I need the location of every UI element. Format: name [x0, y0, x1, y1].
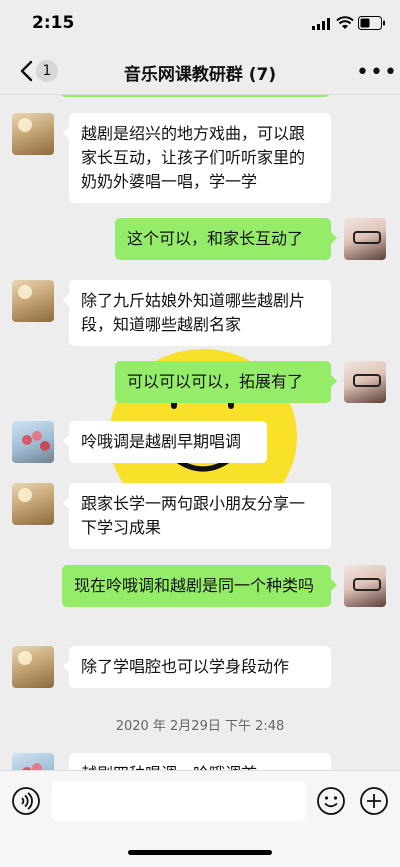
avatar-self[interactable] [344, 361, 386, 403]
previous-message-bubble [60, 95, 330, 97]
avatar[interactable] [12, 113, 54, 155]
message-bubble[interactable]: 越剧是绍兴的地方戏曲，可以跟家长互动，让孩子们听听家里的奶奶外婆唱一唱，学一学 [63, 113, 331, 203]
message-list[interactable]: 越剧是绍兴的地方戏曲，可以跟家长互动，让孩子们听听家里的奶奶外婆唱一唱，学一学 … [0, 95, 400, 770]
emoji-icon[interactable] [316, 786, 346, 816]
message-bubble[interactable]: 除了学唱腔也可以学身段动作 [63, 646, 331, 688]
cellular-signal-icon [312, 18, 330, 30]
message-bubble[interactable]: 跟家长学一两句跟小朋友分享一下学习成果 [63, 483, 331, 549]
message-input[interactable] [52, 781, 306, 821]
chat-title: 音乐网课教研群 (7) [123, 65, 277, 85]
message-bubble[interactable]: 可以可以可以，拓展有了 [115, 361, 337, 403]
message-bubble[interactable]: 越剧四种唱调，呤哦调首... [69, 753, 331, 770]
status-bar: 2:15 [0, 0, 400, 48]
avatar-self[interactable] [344, 218, 386, 260]
chat-header: 1 音乐网课教研群 (7) ••• [0, 48, 400, 95]
home-indicator [128, 850, 272, 855]
avatar[interactable] [12, 646, 54, 688]
message-bubble[interactable]: 呤哦调是越剧早期唱调 [63, 421, 267, 463]
avatar[interactable] [12, 280, 54, 322]
message-bubble[interactable]: 现在呤哦调和越剧是同一个种类吗 [62, 565, 337, 607]
message-bubble[interactable]: 这个可以，和家长互动了 [115, 218, 337, 260]
avatar[interactable] [12, 421, 54, 463]
voice-input-icon[interactable] [11, 786, 41, 816]
add-attachment-icon[interactable] [359, 786, 389, 816]
avatar[interactable] [12, 753, 54, 770]
status-time: 2:15 [32, 13, 75, 33]
battery-icon [358, 16, 385, 30]
message-bubble[interactable]: 除了九斤姑娘外知道哪些越剧片段，知道哪些越剧名家 [63, 280, 331, 346]
message-timestamp: 2020 年 2月29日 下午 2:48 [115, 719, 285, 734]
avatar-self[interactable] [344, 565, 386, 607]
wifi-icon [336, 16, 354, 29]
avatar[interactable] [12, 483, 54, 525]
more-options-icon[interactable]: ••• [356, 60, 398, 85]
